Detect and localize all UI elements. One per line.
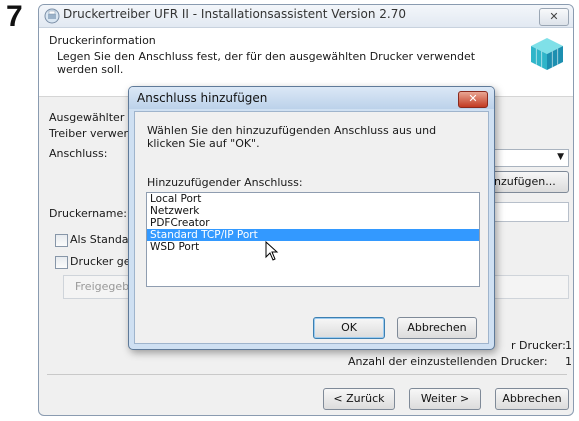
ok-button[interactable]: OK <box>313 317 385 339</box>
dialog-cancel-button[interactable]: Abbrechen <box>397 317 477 339</box>
header-title: Druckerinformation <box>49 34 156 47</box>
port-item-netzwerk[interactable]: Netzwerk <box>147 205 479 217</box>
port-label: Anschluss: <box>49 147 108 160</box>
share-printer-label: Drucker ger <box>70 255 136 268</box>
port-listbox[interactable]: Local Port Netzwerk PDFCreator Standard … <box>146 192 480 287</box>
step-number: 7 <box>6 0 23 33</box>
dialog-instruction: Wählen Sie den hinzuzufügenden Anschluss… <box>147 124 437 150</box>
default-printer-checkbox[interactable] <box>55 234 68 247</box>
port-item-local[interactable]: Local Port <box>147 193 479 205</box>
add-port-dialog: Anschluss hinzufügen ✕ Wählen Sie den hi… <box>128 86 495 350</box>
header-description: Legen Sie den Anschluss fest, der für de… <box>57 50 476 76</box>
window-titlebar: Druckertreiber UFR II - Installationsass… <box>39 5 573 28</box>
printers-to-configure-label: Anzahl der einzustellenden Drucker: <box>348 355 548 368</box>
port-item-standard-tcpip[interactable]: Standard TCP/IP Port <box>147 229 479 241</box>
port-list-label: Hinzuzufügender Anschluss: <box>147 176 303 189</box>
add-port-button[interactable]: nzufügen... <box>489 171 569 193</box>
mouse-pointer-icon <box>265 241 279 261</box>
back-button[interactable]: < Zurück <box>323 388 395 410</box>
printer-count-label: r Drucker: <box>511 339 566 352</box>
dialog-body: Wählen Sie den hinzuzufügenden Anschluss… <box>134 111 489 344</box>
printers-to-configure-value: 1 <box>565 355 572 368</box>
close-icon: ✕ <box>549 10 559 23</box>
selected-printer-label: Ausgewählter <box>49 111 125 124</box>
share-name-label: Freigegebe <box>75 280 136 293</box>
close-icon: ✕ <box>468 92 478 105</box>
chevron-down-icon: ▼ <box>557 152 564 162</box>
driver-label: Treiber verwer <box>49 127 129 140</box>
driver-cube-icon <box>531 38 563 70</box>
dialog-close-button[interactable]: ✕ <box>458 91 488 108</box>
printer-count-value: 1 <box>565 339 572 352</box>
default-printer-label: Als Standar <box>70 233 134 246</box>
share-printer-checkbox[interactable] <box>55 256 68 269</box>
port-item-wsd[interactable]: WSD Port <box>147 241 479 253</box>
cancel-button[interactable]: Abbrechen <box>495 388 569 410</box>
window-close-button[interactable]: ✕ <box>539 8 569 26</box>
separator <box>47 374 567 375</box>
dialog-titlebar: Anschluss hinzufügen ✕ <box>129 87 494 109</box>
printer-setup-icon <box>44 8 60 24</box>
window-title: Druckertreiber UFR II - Installationsass… <box>63 7 406 21</box>
printer-name-label: Druckername: <box>49 207 127 220</box>
next-button[interactable]: Weiter > <box>409 388 481 410</box>
dialog-title: Anschluss hinzufügen <box>137 91 268 105</box>
port-item-pdfcreator[interactable]: PDFCreator <box>147 217 479 229</box>
